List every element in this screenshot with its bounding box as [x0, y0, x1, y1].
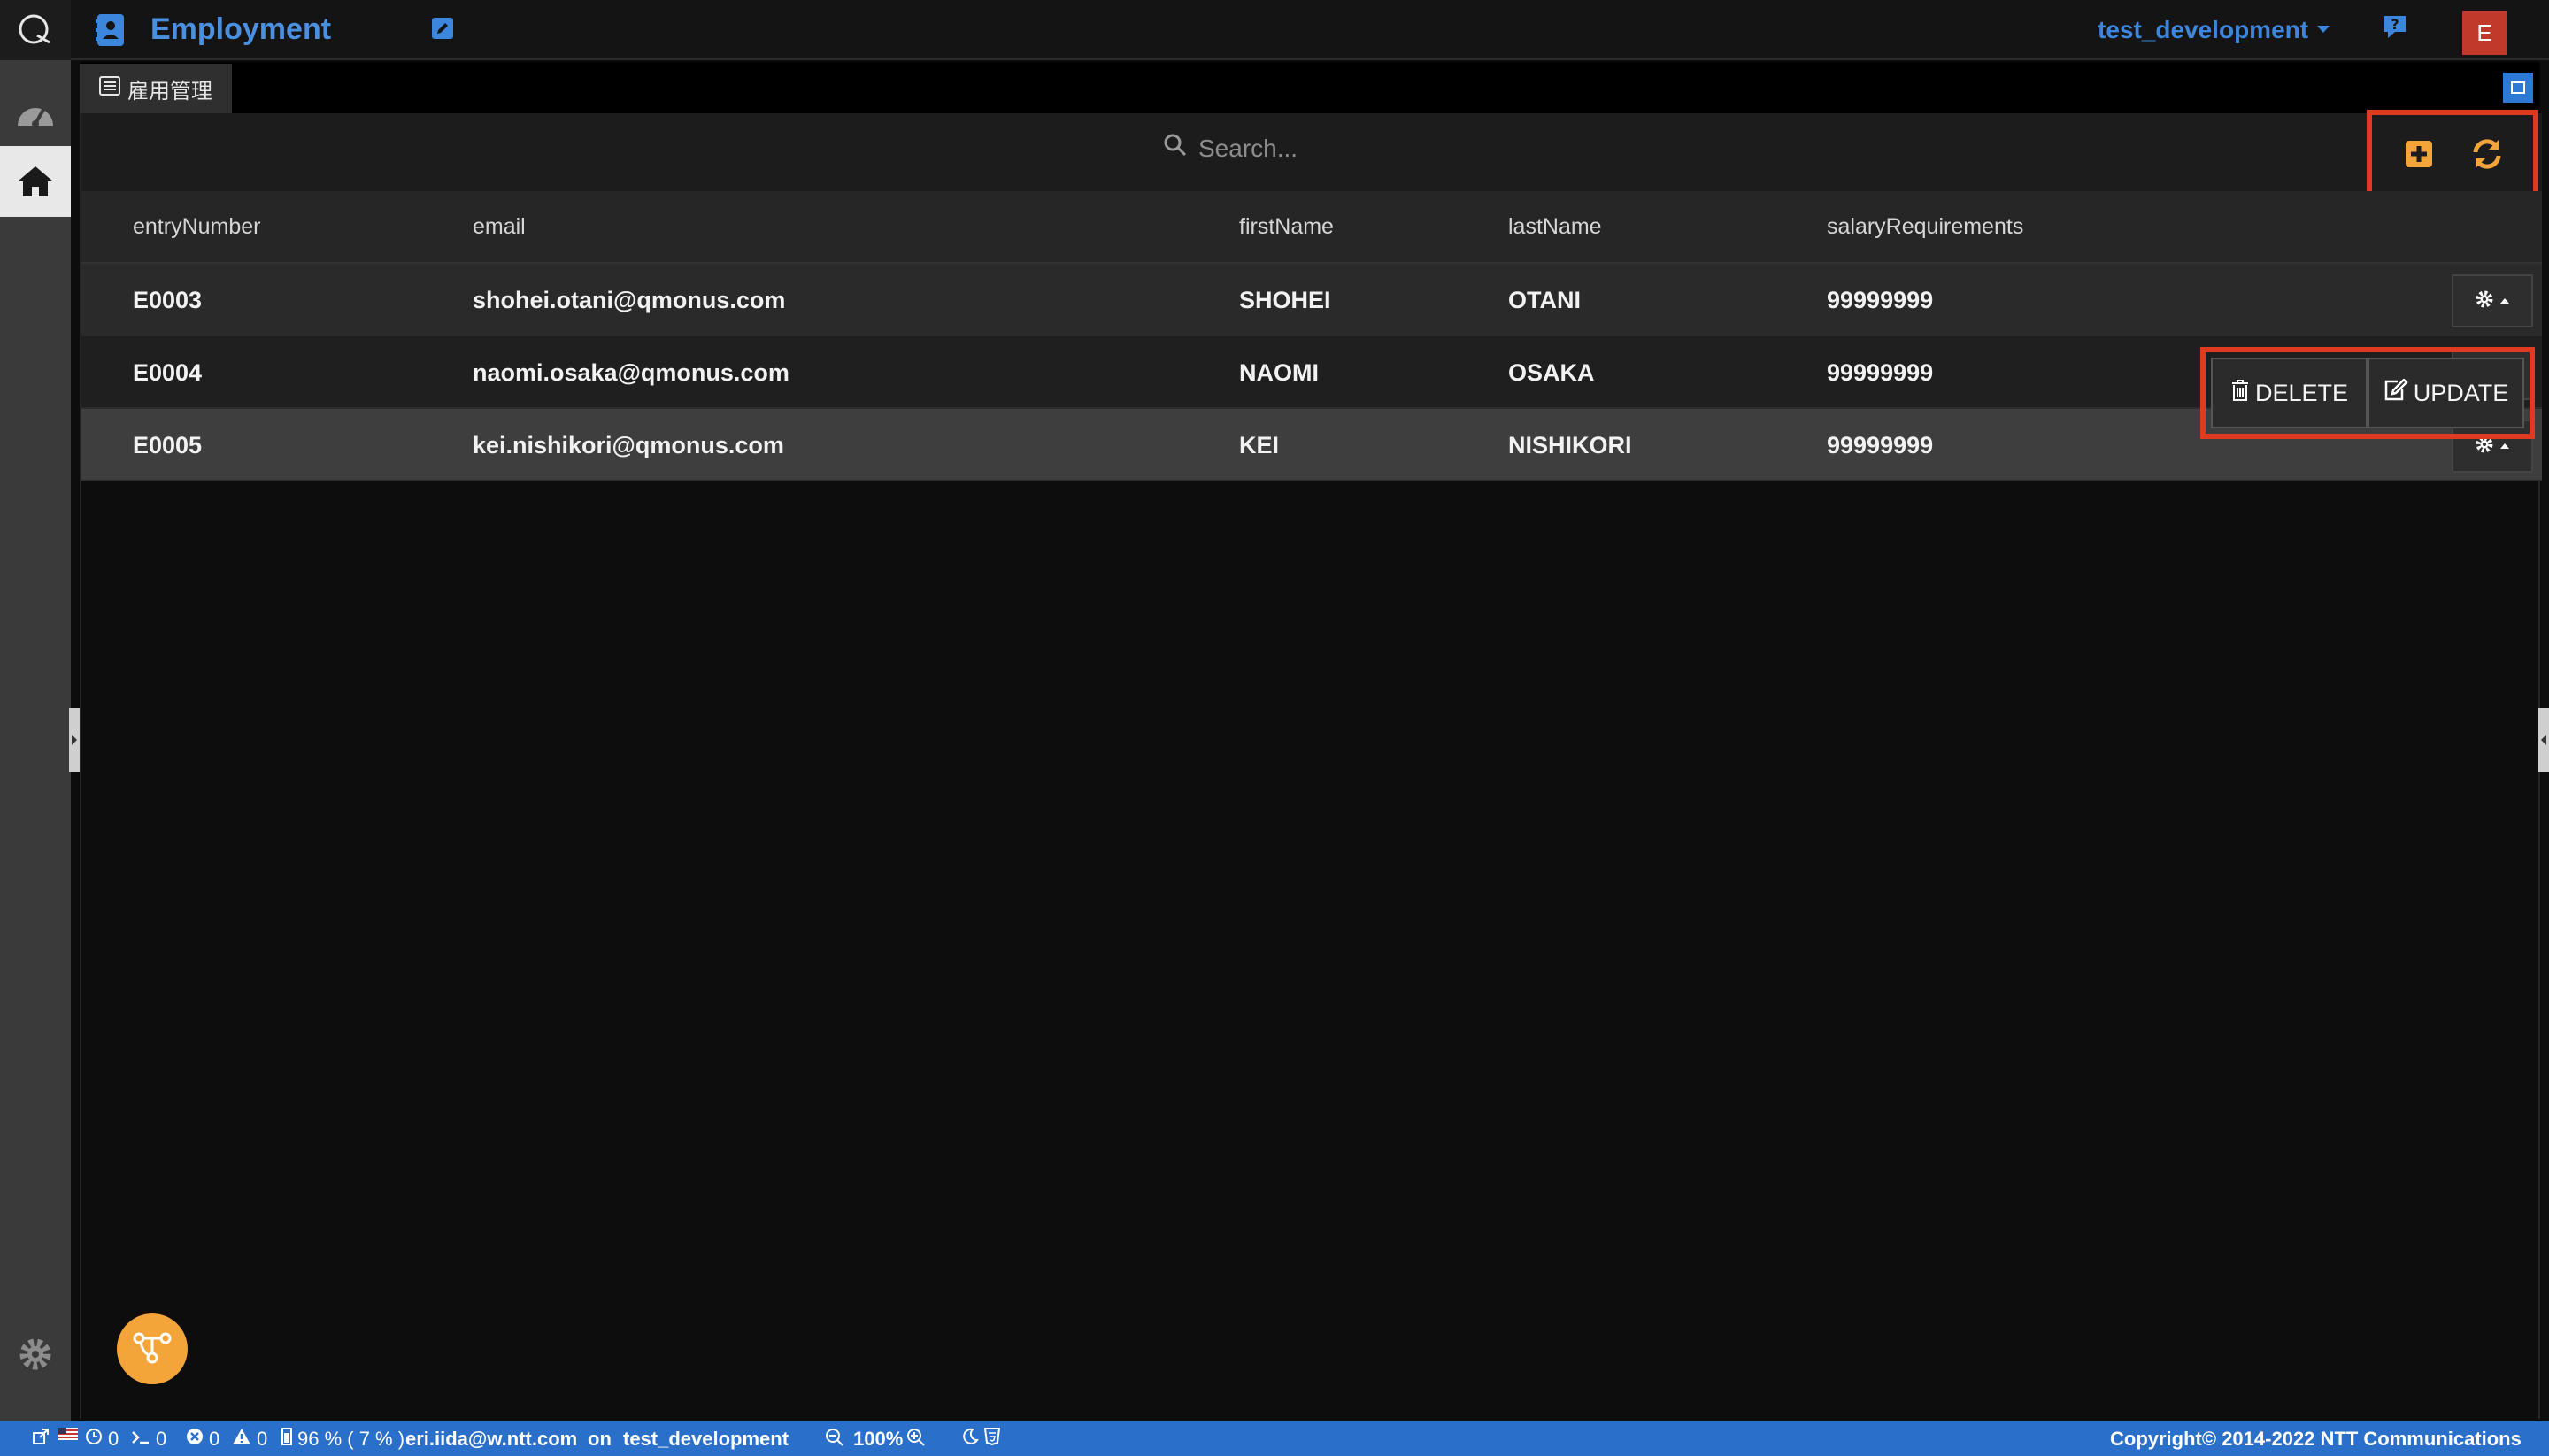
trash-icon [2230, 379, 2250, 408]
svg-text:?: ? [2391, 16, 2399, 33]
cell-first-name: NAOMI [1239, 359, 1319, 386]
edit-icon [2383, 377, 2408, 408]
us-flag-icon [58, 1428, 78, 1440]
cell-first-name: SHOHEI [1239, 287, 1331, 313]
tab-employment-management[interactable]: 雇用管理 [80, 64, 232, 113]
environment-selector[interactable]: test_development [2098, 16, 2308, 44]
dashboard-nav-icon[interactable] [0, 78, 71, 149]
error-count: 0 [209, 1428, 220, 1450]
left-rail [0, 0, 71, 1421]
help-icon[interactable]: ? [2381, 12, 2409, 45]
cell-email: kei.nishikori@qmonus.com [473, 432, 784, 458]
cell-last-name: OTANI [1508, 287, 1581, 313]
memory-usage: 96 % ( 7 % ) [297, 1428, 405, 1450]
table-toolbar [2367, 110, 2538, 198]
cell-salary-requirements: 99999999 [1827, 432, 1934, 458]
warning-count: 0 [257, 1428, 268, 1450]
search-bar [81, 110, 2542, 198]
clock-icon [85, 1428, 103, 1451]
terminal-icon [131, 1428, 150, 1451]
cell-salary-requirements: 99999999 [1827, 287, 1934, 313]
copyright-text: Copyright© 2014-2022 NTT Communications [2110, 1428, 2522, 1450]
row-actions-button[interactable] [2452, 274, 2533, 327]
row-actions-popover: DELETE UPDATE [2200, 347, 2535, 439]
column-header-first-name[interactable]: firstName [1239, 214, 1334, 240]
column-header-last-name[interactable]: lastName [1508, 214, 1602, 240]
right-panel-collapse-handle[interactable] [2538, 708, 2549, 772]
zoom-out-icon[interactable] [825, 1428, 844, 1447]
html5-icon[interactable] [984, 1428, 1000, 1445]
search-field [1163, 133, 1464, 164]
cell-entry-number: E0003 [133, 287, 203, 313]
terminal-count: 0 [156, 1428, 167, 1450]
main-panel: entryNumber email firstName lastName sal… [80, 110, 2542, 1419]
refresh-icon[interactable] [2468, 135, 2507, 173]
caret-up-icon [2499, 438, 2510, 454]
search-input[interactable] [1198, 134, 1464, 163]
column-header-entry-number[interactable]: entryNumber [133, 214, 261, 240]
delete-label: DELETE [2254, 379, 2349, 406]
cell-entry-number: E0004 [133, 359, 203, 386]
app-title: Employment [150, 12, 332, 46]
update-label: UPDATE [2413, 379, 2509, 406]
left-panel-collapse-handle[interactable] [69, 708, 80, 772]
warning-triangle-icon [232, 1428, 251, 1451]
cell-salary-requirements: 99999999 [1827, 359, 1934, 386]
chevron-down-icon[interactable] [2315, 23, 2331, 39]
table-list-icon [99, 75, 120, 102]
terminal-status: 0 [131, 1428, 166, 1451]
memory-status: 96 % ( 7 % ) [281, 1428, 404, 1451]
delete-button[interactable]: DELETE [2211, 358, 2368, 428]
theme-moon-icon[interactable] [961, 1428, 979, 1445]
table-row[interactable]: E0003 shohei.otani@qmonus.com SHOHEI OTA… [81, 264, 2542, 336]
update-button[interactable]: UPDATE [2368, 358, 2524, 428]
zoom-level: 100% [853, 1428, 904, 1450]
error-status: 0 [186, 1428, 219, 1451]
status-on-label: on [588, 1428, 612, 1450]
flow-branch-icon [132, 1329, 173, 1369]
status-user: eri.iida@w.ntt.com [405, 1428, 578, 1450]
workflow-fab[interactable] [117, 1313, 188, 1384]
cell-email: shohei.otani@qmonus.com [473, 287, 786, 313]
table-header: entryNumber email firstName lastName sal… [81, 191, 2542, 264]
zoom-in-icon[interactable] [906, 1428, 926, 1447]
column-header-email[interactable]: email [473, 214, 526, 240]
qmonus-logo[interactable] [0, 0, 71, 60]
clock-status: 0 [85, 1428, 119, 1451]
employment-table: entryNumber email firstName lastName sal… [81, 191, 2542, 481]
tab-label: 雇用管理 [127, 79, 212, 104]
add-record-icon[interactable] [2399, 135, 2438, 173]
cell-first-name: KEI [1239, 432, 1280, 458]
edit-title-icon[interactable] [432, 18, 453, 43]
memory-icon [281, 1428, 292, 1451]
search-icon [1163, 133, 1188, 164]
clock-count: 0 [108, 1428, 119, 1450]
status-bar: 0 0 0 0 96 % ( 7 % ) eri.iida@w.ntt.com … [0, 1421, 2549, 1456]
gear-icon [2475, 289, 2494, 313]
top-header: Employment test_development ? E [71, 0, 2549, 60]
table-row[interactable]: E0004 naomi.osaka@qmonus.com NAOMI OSAKA… [81, 336, 2542, 409]
external-link-icon[interactable] [32, 1428, 50, 1445]
warning-status: 0 [232, 1428, 267, 1451]
address-book-icon [96, 14, 126, 50]
app-root: Employment test_development ? E 雇用管理 Sea… [0, 0, 2549, 1456]
column-header-salary-requirements[interactable]: salaryRequirements [1827, 214, 2023, 240]
user-avatar[interactable]: E [2462, 11, 2507, 55]
cell-email: naomi.osaka@qmonus.com [473, 359, 789, 386]
home-nav-icon[interactable] [0, 146, 71, 217]
cell-last-name: NISHIKORI [1508, 432, 1632, 458]
table-row[interactable]: E0005 kei.nishikori@qmonus.com KEI NISHI… [81, 409, 2542, 481]
status-environment: test_development [623, 1428, 789, 1450]
settings-gear-icon[interactable] [16, 1335, 55, 1378]
error-circle-icon [186, 1428, 204, 1451]
caret-up-icon [2499, 293, 2510, 309]
maximize-icon[interactable] [2503, 73, 2533, 103]
cell-last-name: OSAKA [1508, 359, 1595, 386]
tab-strip: 雇用管理 [80, 62, 2540, 113]
cell-entry-number: E0005 [133, 432, 203, 458]
